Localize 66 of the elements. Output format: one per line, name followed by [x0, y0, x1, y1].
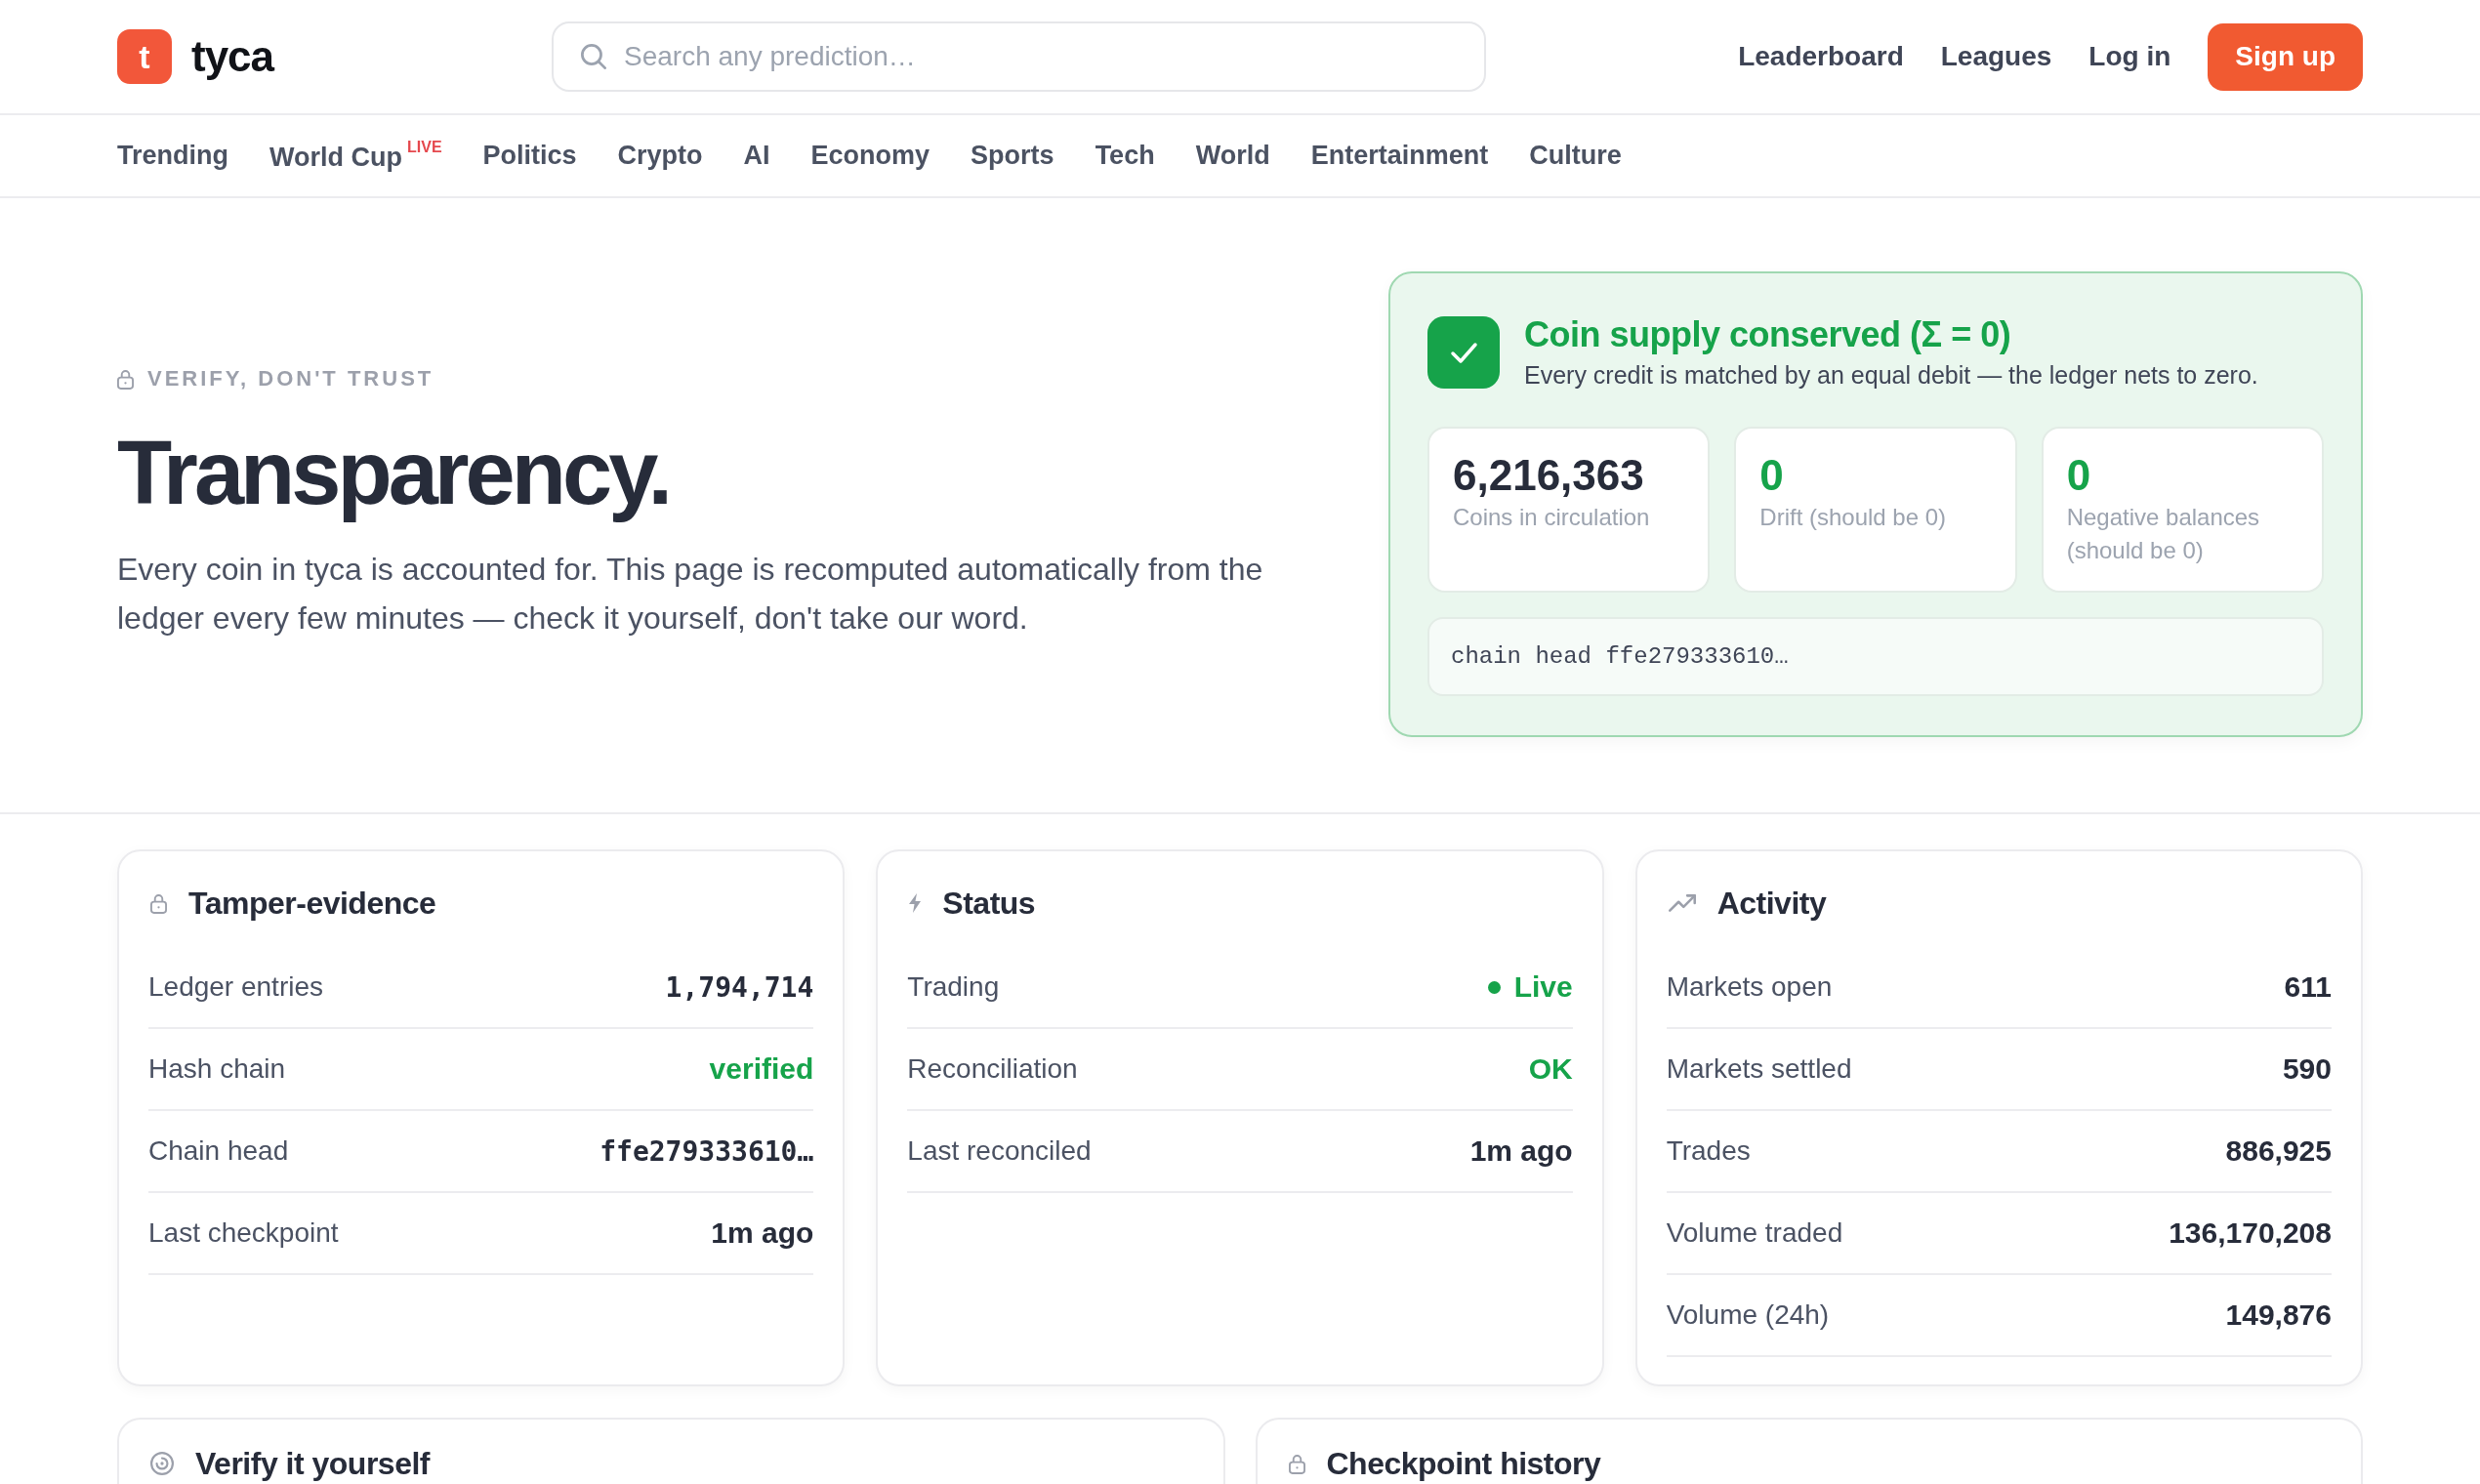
metric-value: ffe279333610… [599, 1134, 814, 1168]
stat-label: Drift (should be 0) [1759, 503, 1948, 532]
metric-value: OK [1528, 1052, 1573, 1086]
category-tab[interactable]: Economy [810, 141, 930, 171]
metric-label: Markets settled [1666, 1053, 1852, 1085]
metric-label: Trades [1666, 1135, 1751, 1167]
metric-label: Chain head [148, 1135, 289, 1167]
metric-value: 136,170,208 [2169, 1216, 2332, 1250]
stat-value: 6,216,363 [1453, 450, 1645, 501]
metric-value: 611 [2284, 970, 2332, 1004]
metric-label: Trading [907, 971, 1000, 1003]
section-title: Verify it yourself [195, 1445, 430, 1482]
metric-value: 590 [2282, 1052, 2332, 1086]
stat-value: 0 [1759, 450, 1785, 501]
metric-label: Volume traded [1666, 1217, 1843, 1249]
metric-value: 886,925 [2225, 1134, 2332, 1168]
lock-icon [117, 368, 134, 390]
brand-name[interactable]: tyca [191, 32, 274, 81]
stat-label: Negative balances (should be 0) [2066, 503, 2261, 565]
category-tab[interactable]: World [1195, 141, 1270, 171]
search-icon [581, 44, 606, 69]
category-tab[interactable]: Sports [971, 141, 1054, 171]
category-tab[interactable]: Tech [1095, 141, 1155, 171]
metric-label: Hash chain [148, 1053, 286, 1085]
category-tab[interactable]: AI [743, 141, 770, 171]
intro-text: Every coin in tyca is accounted for. This page is recomputed automatically from the ledger every few minutes — check it yourself, don't take our word. [117, 551, 1264, 638]
stat-value: 0 [2066, 450, 2092, 501]
metric-value: Live [1513, 970, 1573, 1004]
metric-value: verified [709, 1052, 814, 1086]
nav-link[interactable]: Leaderboard [1738, 41, 1904, 72]
page-title: Transparency. [117, 422, 670, 524]
panel-title: Tamper-evidence [188, 885, 436, 922]
summary-title: Coin supply conserved (Σ = 0) [1524, 314, 2012, 355]
lock-icon [1288, 1453, 1305, 1474]
metric-value: 1m ago [711, 1216, 814, 1250]
search-field[interactable]: Search any prediction… [552, 21, 1486, 92]
lightning-icon [909, 893, 922, 913]
category-tab[interactable]: Trending [117, 141, 228, 171]
summary-subtitle: Every credit is matched by an equal debit — the ledger nets to zero. [1524, 360, 2258, 391]
live-label: LIVE [407, 138, 442, 155]
category-tab[interactable]: Entertainment [1310, 141, 1489, 171]
trend-up-icon [1668, 894, 1696, 912]
chain-head: chain head ffe279333610… [1427, 617, 2324, 696]
target-icon [150, 1452, 174, 1475]
metric-label: Last reconciled [907, 1135, 1092, 1167]
metric-value: 149,876 [2225, 1298, 2332, 1332]
category-tab[interactable]: Crypto [617, 141, 703, 171]
category-tab[interactable]: Culture [1529, 141, 1622, 171]
category-tab[interactable]: World Cup $^{LIVE}$ [269, 139, 442, 173]
eyebrow-text: VERIFY, DON'T TRUST [147, 366, 434, 392]
stat-label: Coins in circulation [1453, 503, 1651, 532]
status-dot-icon [1487, 980, 1501, 994]
metric-label: Volume (24h) [1666, 1299, 1830, 1331]
nav-link[interactable]: Leagues [1940, 41, 2052, 72]
category-tab[interactable]: Politics [482, 141, 577, 171]
nav-link[interactable]: Log in [2088, 41, 2171, 72]
lock-icon [150, 892, 167, 914]
metric-label: Markets open [1666, 971, 1833, 1003]
section-title: Checkpoint history [1326, 1445, 1601, 1482]
metric-value: 1m ago [1469, 1134, 1573, 1168]
panel-title: Status [942, 885, 1036, 922]
metric-label: Last checkpoint [148, 1217, 339, 1249]
metric-label: Ledger entries [148, 971, 323, 1003]
metric-label: Reconciliation [907, 1053, 1078, 1085]
metric-value: 1,794,714 [665, 970, 814, 1004]
panel-title: Activity [1716, 885, 1827, 922]
